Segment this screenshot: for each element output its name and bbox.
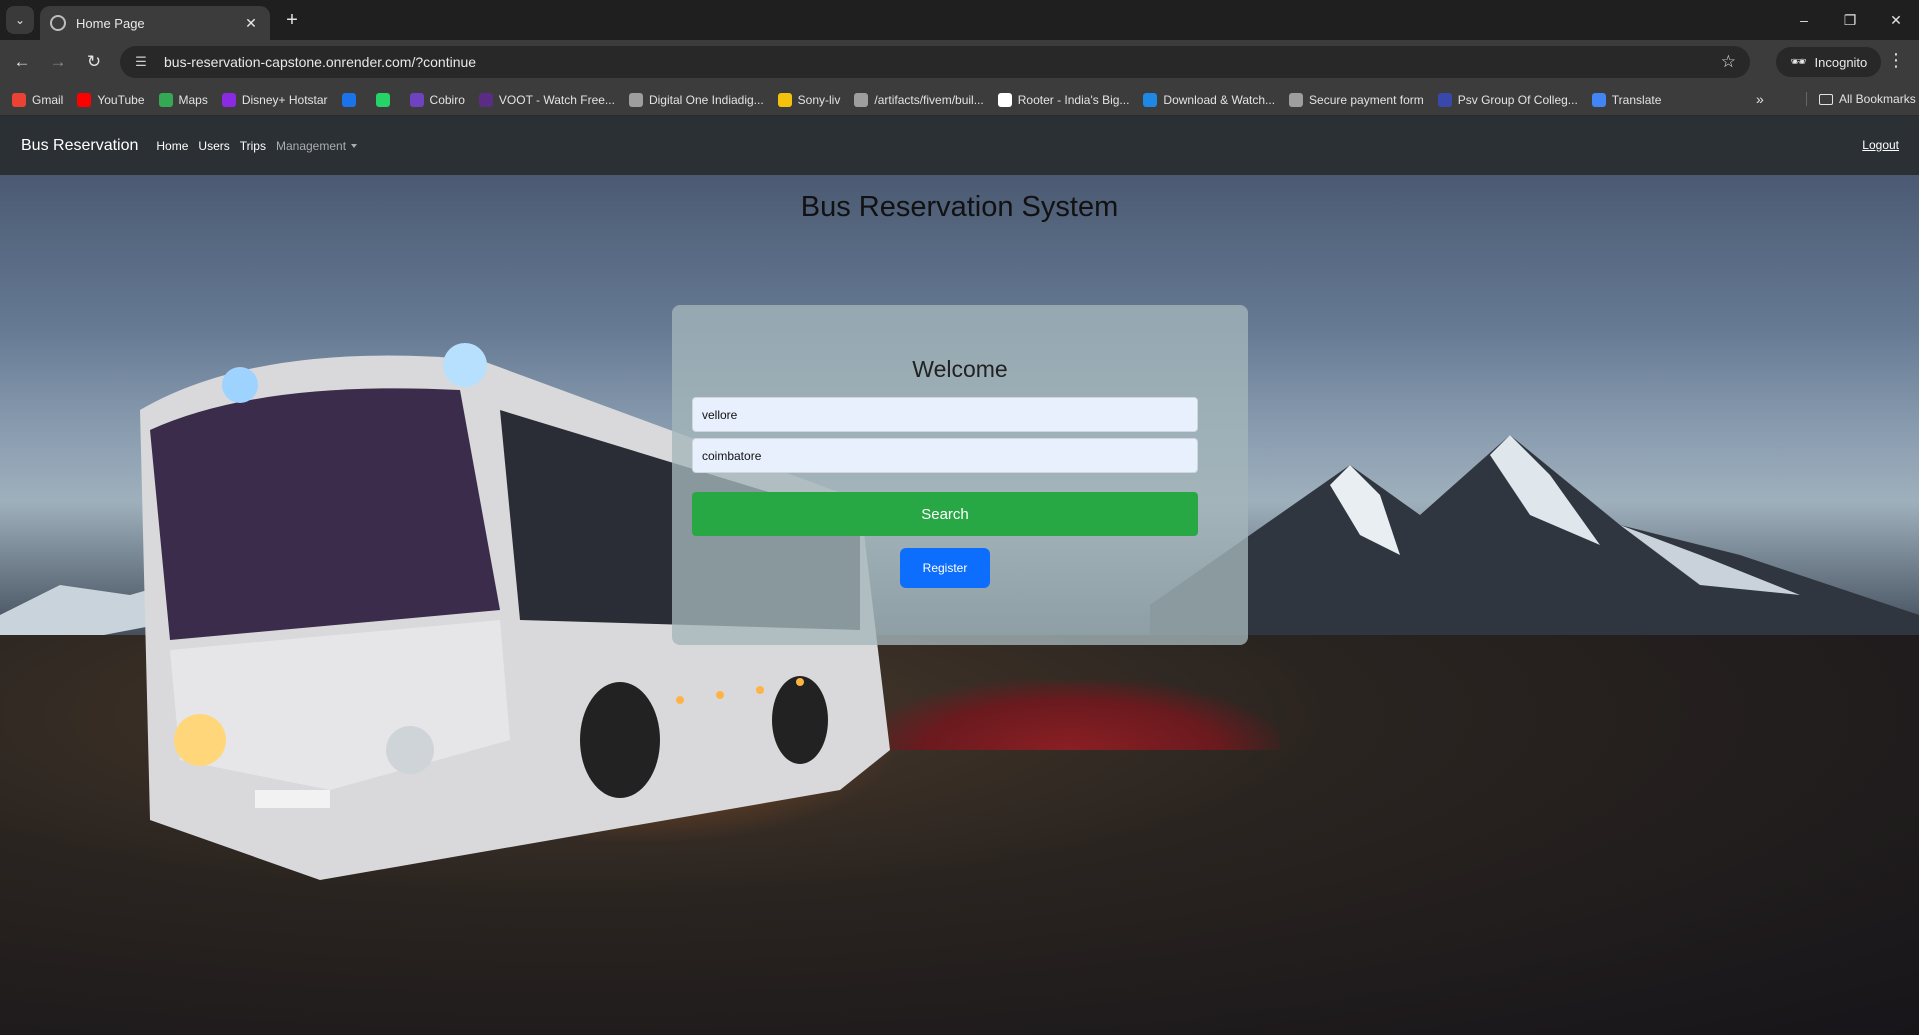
bookmark-item[interactable]: Psv Group Of Colleg... xyxy=(1437,92,1578,107)
restore-icon[interactable]: ❐ xyxy=(1827,0,1873,40)
nav-link-home[interactable]: Home xyxy=(156,139,188,153)
tab-close-icon[interactable]: ✕ xyxy=(242,15,260,32)
bookmark-favicon-icon xyxy=(12,92,26,107)
nav-link-trips[interactable]: Trips xyxy=(240,139,266,153)
bookmark-label: Disney+ Hotstar xyxy=(241,92,328,107)
bookmark-label: Sony-liv xyxy=(797,92,841,107)
bookmark-label: Digital One Indiadig... xyxy=(648,92,764,107)
incognito-label: Incognito xyxy=(1814,54,1868,70)
bookmark-label: Psv Group Of Colleg... xyxy=(1457,92,1578,107)
all-bookmarks-button[interactable]: All Bookmarks xyxy=(1806,92,1916,106)
bookmarks-bar: Gmail YouTube Maps Disney+ Hotstar Cobiro VOO… xyxy=(0,84,1919,116)
site-settings-icon[interactable]: ☰ xyxy=(130,54,152,70)
browser-menu-icon[interactable]: ⋮ xyxy=(1886,50,1906,71)
bookmark-favicon-icon xyxy=(478,92,493,107)
url-text[interactable]: bus-reservation-capstone.onrender.com/?c… xyxy=(164,54,1721,70)
browser-tab[interactable]: Home Page ✕ xyxy=(40,6,270,40)
bookmark-label: VOOT - Watch Free... xyxy=(498,92,615,107)
browser-tabstrip: ⌄ Home Page ✕ + – ❐ ✕ xyxy=(0,0,1919,40)
bookmark-favicon-icon xyxy=(777,92,792,107)
tab-title: Home Page xyxy=(76,15,145,31)
bookmark-item[interactable]: VOOT - Watch Free... xyxy=(478,92,615,107)
bookmark-favicon-icon xyxy=(628,92,643,107)
bookmark-favicon-icon xyxy=(1437,92,1452,107)
page-title: Bus Reservation System xyxy=(800,191,1119,223)
tab-search-chevron-icon[interactable]: ⌄ xyxy=(6,6,34,34)
bookmark-item[interactable]: Sony-liv xyxy=(777,92,841,107)
bookmark-favicon-icon xyxy=(221,92,236,107)
management-label: Management xyxy=(275,138,347,153)
bookmark-favicon-icon xyxy=(1591,92,1606,107)
nav-dropdown-management[interactable]: Management xyxy=(275,138,358,153)
reload-icon[interactable]: ↻ xyxy=(82,50,106,74)
bookmark-label: YouTube xyxy=(97,92,145,107)
card-heading: Welcome xyxy=(912,356,1008,382)
all-bookmarks-label: All Bookmarks xyxy=(1839,92,1916,106)
bookmark-item[interactable] xyxy=(341,92,362,107)
navbar-brand[interactable]: Bus Reservation xyxy=(21,137,138,155)
new-tab-icon[interactable]: + xyxy=(280,9,304,32)
close-window-icon[interactable]: ✕ xyxy=(1873,0,1919,40)
address-bar[interactable]: ☰ bus-reservation-capstone.onrender.com/… xyxy=(120,46,1750,78)
red-gravel-image xyxy=(860,680,1280,750)
to-city-input[interactable] xyxy=(692,438,1198,473)
bookmark-favicon-icon xyxy=(77,92,92,107)
bookmark-favicon-icon xyxy=(1143,92,1158,107)
globe-icon xyxy=(50,15,66,31)
from-city-input[interactable] xyxy=(692,397,1198,432)
bookmark-label: Translate xyxy=(1611,92,1662,107)
bookmark-item[interactable]: Gmail xyxy=(12,92,64,107)
bookmark-item[interactable]: Rooter - India's Big... xyxy=(997,92,1130,107)
bookmark-star-icon[interactable]: ☆ xyxy=(1721,52,1736,72)
bookmark-item[interactable]: YouTube xyxy=(77,92,145,107)
nav-link-users[interactable]: Users xyxy=(198,139,229,153)
bookmark-item[interactable]: /artifacts/fivem/buil... xyxy=(854,92,984,107)
bookmark-item[interactable]: Download & Watch... xyxy=(1143,92,1276,107)
bookmark-favicon-icon xyxy=(1289,92,1304,107)
bookmark-item[interactable]: Maps xyxy=(158,92,208,107)
bookmark-favicon-icon xyxy=(997,92,1012,107)
caret-down-icon xyxy=(351,144,358,149)
bookmark-favicon-icon xyxy=(341,92,356,107)
bookmark-favicon-icon xyxy=(409,92,424,107)
browser-toolbar: ← → ↻ ☰ bus-reservation-capstone.onrende… xyxy=(0,40,1919,84)
bookmark-item[interactable]: Translate xyxy=(1591,92,1662,107)
page-viewport: Bus Reservation Home Users Trips Managem… xyxy=(0,116,1919,1035)
register-button[interactable]: Register xyxy=(900,548,990,588)
bookmark-item[interactable] xyxy=(375,92,396,107)
bookmark-favicon-icon xyxy=(375,92,390,107)
bookmark-label: Gmail xyxy=(32,92,64,107)
bookmark-item[interactable]: Cobiro xyxy=(409,92,465,107)
search-card: Welcome Search Register xyxy=(672,305,1248,645)
bookmark-label: Maps xyxy=(178,92,208,107)
back-arrow-icon[interactable]: ← xyxy=(10,50,34,74)
minimize-icon[interactable]: – xyxy=(1781,0,1827,40)
bookmark-item[interactable]: Secure payment form xyxy=(1289,92,1424,107)
logout-link[interactable]: Logout xyxy=(1862,138,1899,152)
bookmarks-overflow-icon[interactable]: » xyxy=(1756,91,1764,107)
bookmark-favicon-icon xyxy=(158,92,173,107)
bookmark-label: Cobiro xyxy=(429,92,465,107)
hero-background: Bus Reservation System Welcome Search Re… xyxy=(0,175,1919,1035)
bookmark-label: /artifacts/fivem/buil... xyxy=(874,92,984,107)
bookmark-item[interactable]: Disney+ Hotstar xyxy=(221,92,328,107)
window-controls: – ❐ ✕ xyxy=(1781,0,1919,40)
folder-icon xyxy=(1819,93,1833,105)
incognito-badge[interactable]: 🕶 Incognito xyxy=(1776,47,1882,77)
incognito-icon: 🕶 xyxy=(1790,54,1807,69)
bookmark-label: Download & Watch... xyxy=(1163,92,1276,107)
site-navbar: Bus Reservation Home Users Trips Managem… xyxy=(0,116,1919,175)
bookmark-favicon-icon xyxy=(854,92,869,107)
search-button[interactable]: Search xyxy=(692,492,1198,536)
bookmark-label: Secure payment form xyxy=(1309,92,1424,107)
bookmark-item[interactable]: Digital One Indiadig... xyxy=(628,92,764,107)
bookmark-label: Rooter - India's Big... xyxy=(1017,92,1130,107)
forward-arrow-icon[interactable]: → xyxy=(46,50,70,74)
